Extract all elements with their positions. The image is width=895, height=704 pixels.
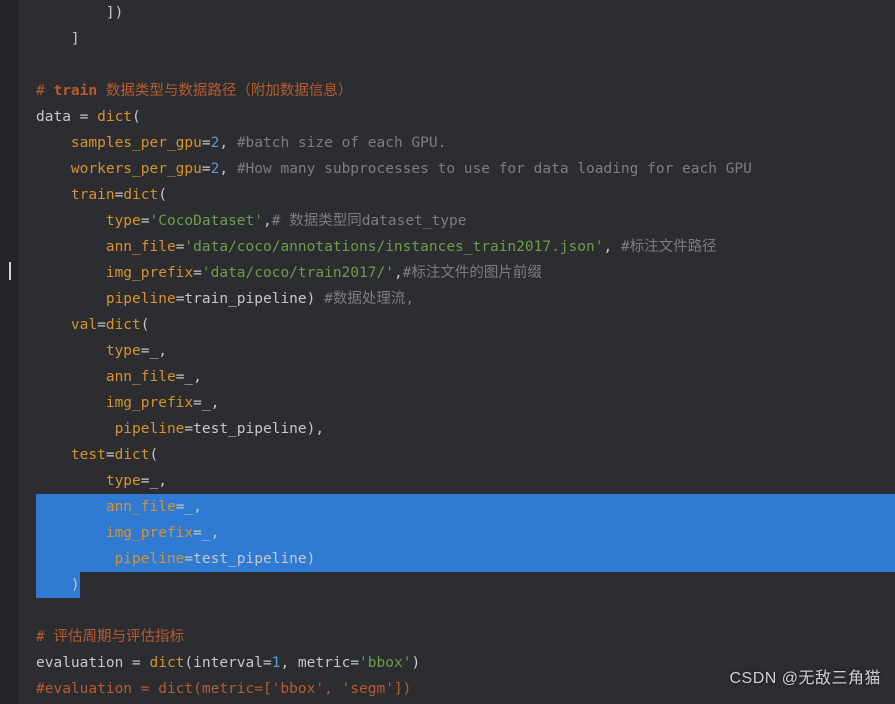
code-line: ] — [36, 26, 895, 52]
code-line: type=_, — [36, 338, 895, 364]
code-line-selected: img_prefix=_, — [36, 520, 895, 546]
code-line — [36, 598, 895, 624]
code-line-selected: pipeline=test_pipeline) — [36, 546, 895, 572]
text-cursor — [9, 262, 11, 280]
code-line: pipeline=test_pipeline), — [36, 416, 895, 442]
code-line: val=dict( — [36, 312, 895, 338]
code-line: train=dict( — [36, 182, 895, 208]
code-line: type='CocoDataset',# 数据类型同dataset_type — [36, 208, 895, 234]
code-line-selected: ann_file=_, — [36, 494, 895, 520]
code-line: data = dict( — [36, 104, 895, 130]
code-line: type=_, — [36, 468, 895, 494]
code-line: ) — [36, 572, 895, 598]
code-line: test=dict( — [36, 442, 895, 468]
code-line: # train 数据类型与数据路径（附加数据信息） — [36, 78, 895, 104]
code-line: ann_file='data/coco/annotations/instance… — [36, 234, 895, 260]
code-line: workers_per_gpu=2, #How many subprocesse… — [36, 156, 895, 182]
code-line: pipeline=train_pipeline) #数据处理流, — [36, 286, 895, 312]
code-line: samples_per_gpu=2, #batch size of each G… — [36, 130, 895, 156]
code-editor[interactable]: ]) ] # train 数据类型与数据路径（附加数据信息） data = di… — [0, 0, 895, 704]
code-line — [36, 52, 895, 78]
code-line: img_prefix='data/coco/train2017/',#标注文件的… — [36, 260, 895, 286]
code-line: # 评估周期与评估指标 — [36, 624, 895, 650]
code-line: img_prefix=_, — [36, 390, 895, 416]
watermark: CSDN @无敌三角猫 — [729, 666, 881, 692]
code-line: ann_file=_, — [36, 364, 895, 390]
code-line: ]) — [36, 0, 895, 26]
